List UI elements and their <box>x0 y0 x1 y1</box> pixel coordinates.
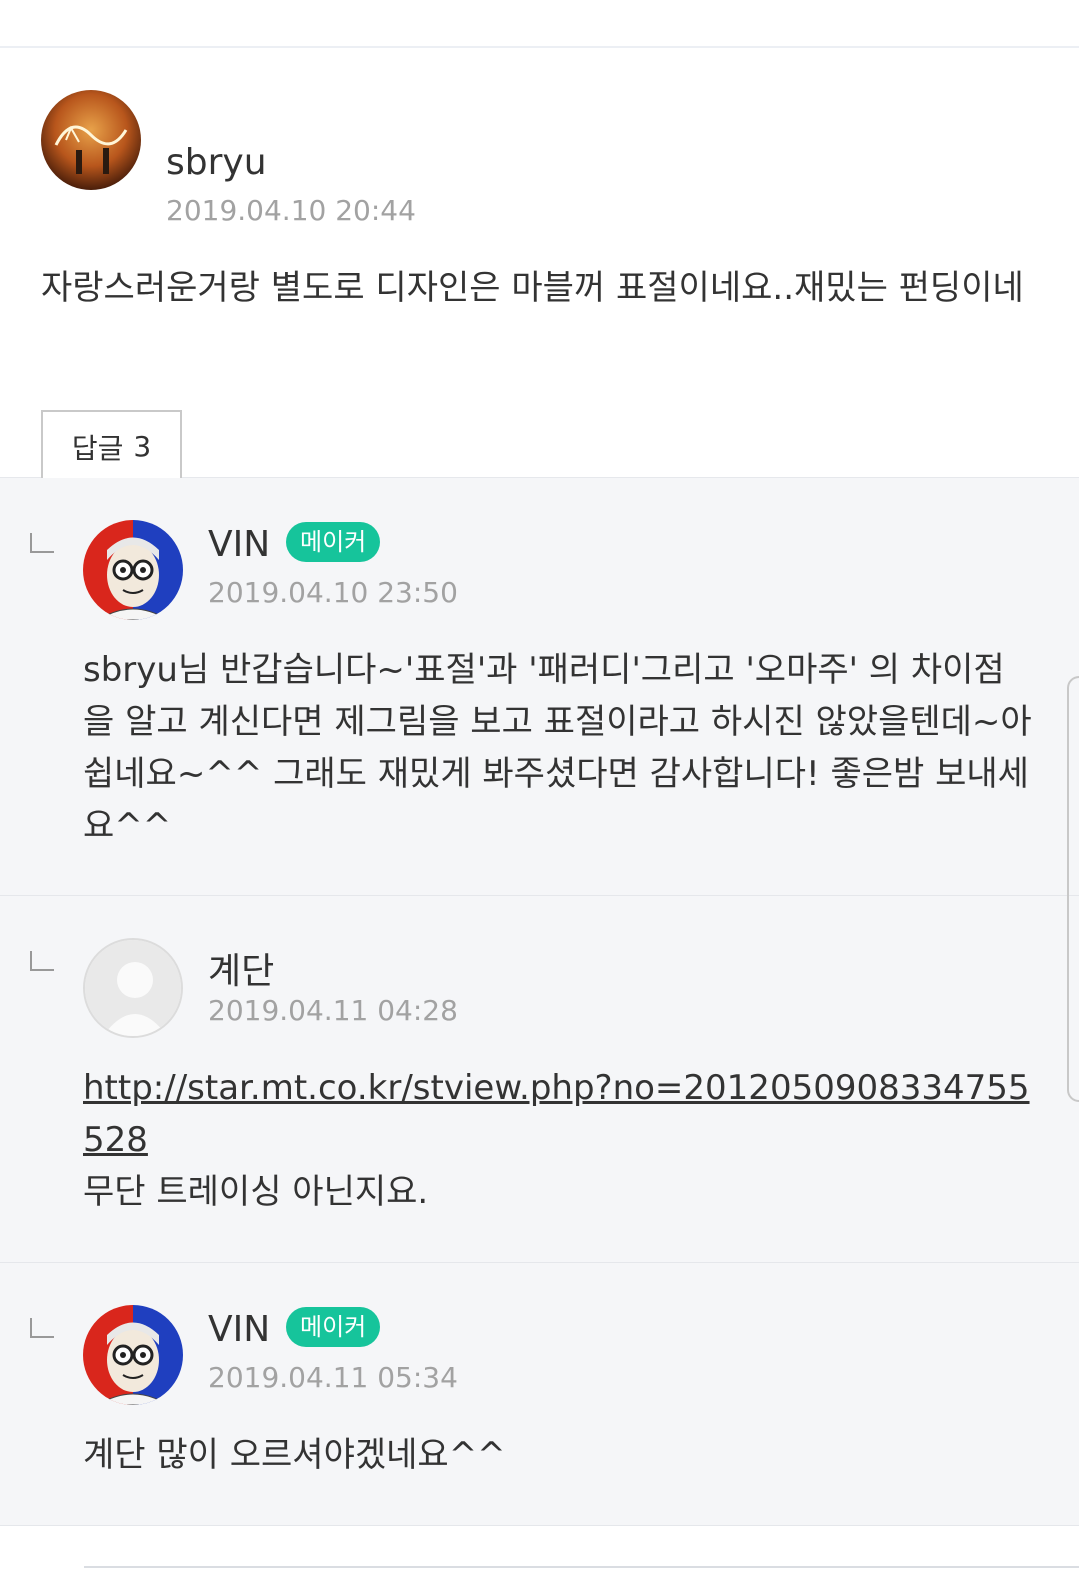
username[interactable]: VIN <box>208 1309 270 1350</box>
reply-item: VIN 메이커 2019.04.10 23:50 sbryu님 반갑습니다~'표… <box>0 478 1079 896</box>
avatar[interactable] <box>83 1305 183 1405</box>
username[interactable]: 계단 <box>208 942 274 994</box>
maker-badge: 메이커 <box>286 522 381 562</box>
username[interactable]: sbryu <box>166 142 267 183</box>
reply-arrow-icon <box>30 1318 54 1338</box>
maker-avatar-icon <box>83 1305 183 1405</box>
avatar[interactable] <box>41 90 141 190</box>
reply-item: 계단 2019.04.11 04:28 http://star.mt.co.kr… <box>0 896 1079 1263</box>
default-user-icon <box>85 940 181 1036</box>
avatar[interactable] <box>83 938 183 1038</box>
reply-text: sbryu님 반갑습니다~'표절'과 '패러디'그리고 '오마주' 의 차이점을… <box>83 650 1032 846</box>
scrollbar[interactable] <box>1067 676 1079 1102</box>
reply-item: VIN 메이커 2019.04.11 05:34 계단 많이 오르셔야겠네요^^ <box>0 1263 1079 1526</box>
reply-count-button[interactable]: 답글 3 <box>41 410 182 483</box>
reply-text: 무단 트레이싱 아닌지요. <box>83 1172 429 1212</box>
reply-arrow-icon <box>30 533 54 553</box>
reply-link[interactable]: http://star.mt.co.kr/stview.php?no=20120… <box>83 1062 1033 1166</box>
comment-timestamp: 2019.04.10 20:44 <box>166 194 416 227</box>
comment-text: 자랑스러운거랑 별도로 디자인은 마블꺼 표절이네요..재밌는 펀딩이네 <box>41 268 1024 308</box>
reply-timestamp: 2019.04.11 05:34 <box>208 1361 458 1394</box>
maker-avatar-icon <box>83 520 183 620</box>
comment: sbryu 2019.04.10 20:44 자랑스러운거랑 별도로 디자인은 … <box>0 48 1079 483</box>
reply-arrow-icon <box>30 951 54 971</box>
reply-timestamp: 2019.04.11 04:28 <box>208 994 458 1027</box>
reply-button-count: 3 <box>133 430 152 463</box>
reply-text-block: http://star.mt.co.kr/stview.php?no=20120… <box>83 1062 1033 1218</box>
user-photo-icon <box>41 90 141 190</box>
reply-button-label: 답글 <box>71 431 124 465</box>
reply-timestamp: 2019.04.10 23:50 <box>208 576 458 609</box>
avatar[interactable] <box>83 520 183 620</box>
maker-badge: 메이커 <box>286 1307 381 1347</box>
divider <box>84 1566 1079 1568</box>
reply-text: 계단 많이 오르셔야겠네요^^ <box>83 1435 506 1475</box>
username[interactable]: VIN <box>208 524 270 565</box>
top-bar <box>0 0 1079 48</box>
